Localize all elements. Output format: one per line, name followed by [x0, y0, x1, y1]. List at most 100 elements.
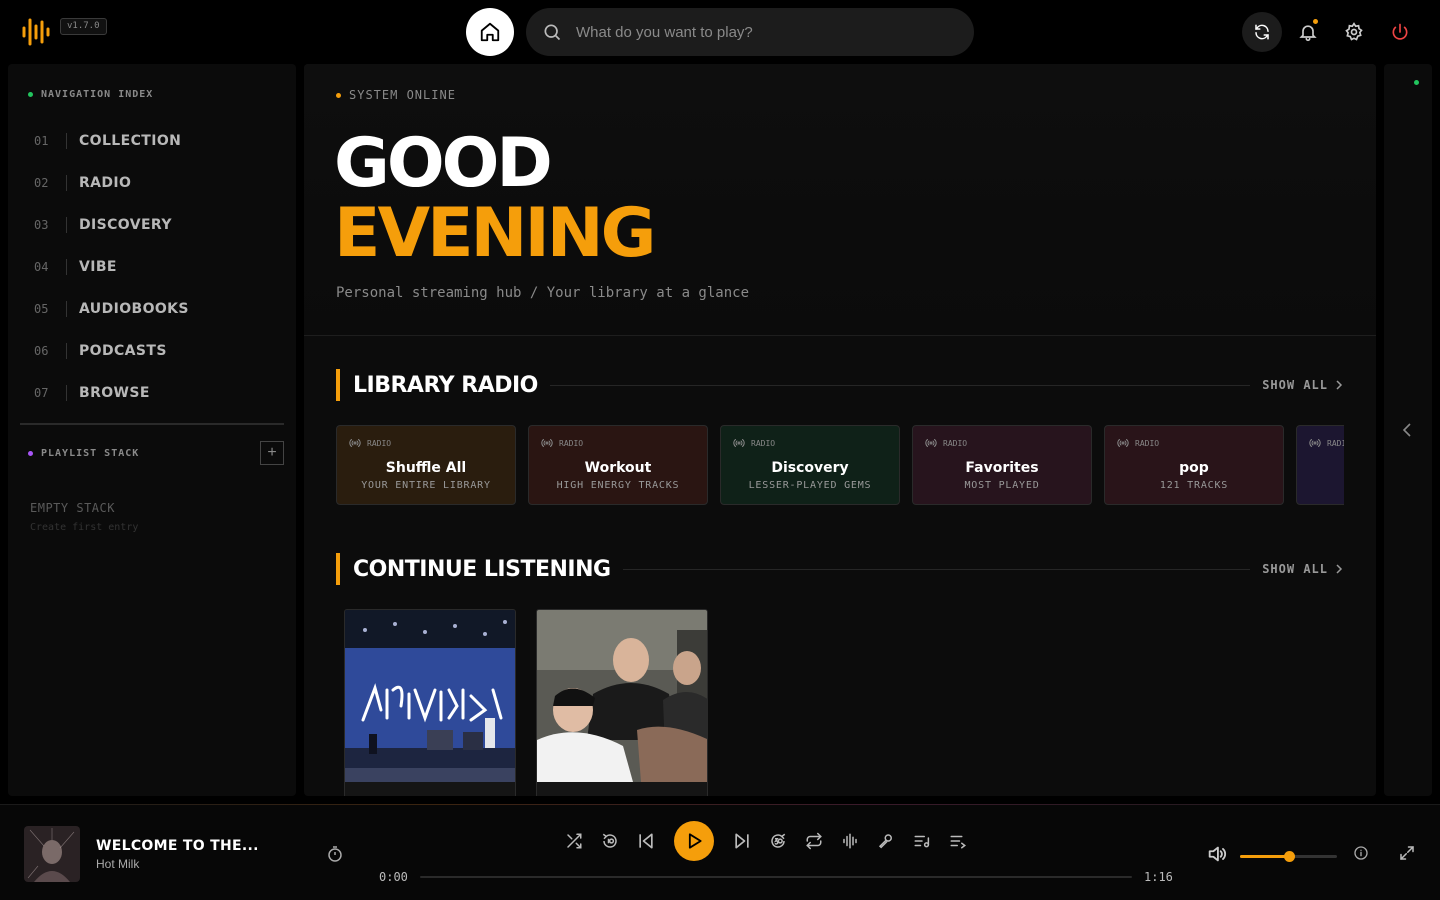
radio-card-title: Discovery [771, 460, 849, 476]
now-playing-cover[interactable] [24, 826, 80, 882]
play-button[interactable] [674, 821, 714, 861]
show-all-label: SHOW ALL [1262, 378, 1328, 392]
repeat-button[interactable] [796, 821, 832, 861]
timer-icon [328, 846, 342, 862]
section-divider [549, 384, 1251, 386]
fullscreen-button[interactable] [1398, 844, 1416, 867]
shuffle-button[interactable] [556, 821, 592, 861]
repeat-icon [806, 832, 822, 850]
rewind-10-button[interactable] [592, 821, 628, 861]
lyrics-button[interactable] [904, 821, 940, 861]
hero-subtitle: Personal streaming hub / Your library at… [336, 285, 750, 301]
logo-icon[interactable] [20, 16, 52, 48]
radio-card-title: Shuffle All [385, 460, 467, 476]
album-art [24, 826, 80, 882]
radio-card[interactable]: RADIO Favorites MOST PLAYED [912, 425, 1092, 505]
system-status-text: SYSTEM ONLINE [349, 88, 456, 102]
sidebar-item-audiobooks[interactable]: 05 AUDIOBOOKS [34, 288, 284, 330]
queue-button[interactable] [940, 821, 976, 861]
radio-card[interactable]: RADIO pop 121 TRACKS [1104, 425, 1284, 505]
radio-icon [1309, 439, 1321, 447]
album-cover [537, 610, 707, 782]
volume-handle[interactable] [1283, 851, 1295, 862]
track-info-button[interactable] [1353, 845, 1369, 866]
plus-icon: + [267, 444, 277, 461]
empty-stack-subtitle: Create first entry [30, 522, 139, 533]
power-button[interactable] [1380, 12, 1420, 52]
sidebar-item-browse[interactable]: 07 BROWSE [34, 372, 284, 414]
radio-card-subtitle: MOST PLAYED [964, 480, 1040, 491]
continue-listening-card[interactable] [536, 609, 708, 796]
radio-tag: RADIO [1117, 438, 1159, 448]
radio-card-subtitle: YOUR ENTIRE LIBRARY [361, 480, 491, 491]
radio-tag: RADIO [1309, 438, 1344, 448]
track-artist[interactable]: Hot Milk [96, 857, 139, 871]
navigation-index-label: NAVIGATION INDEX [28, 89, 153, 100]
rewind-10-icon [602, 833, 617, 848]
radio-card[interactable]: RADIO [1296, 425, 1344, 505]
chevron-right-icon [1336, 564, 1343, 574]
volume-icon [1208, 846, 1227, 862]
search-input[interactable] [576, 23, 936, 41]
sidebar-item-discovery[interactable]: 03 DISCOVERY [34, 204, 284, 246]
right-panel [1384, 64, 1432, 796]
nav-number: 04 [34, 260, 49, 274]
radio-card[interactable]: RADIO Discovery LESSER-PLAYED GEMS [720, 425, 900, 505]
show-all-continue-button[interactable]: SHOW ALL [1262, 562, 1344, 576]
visualizer-button[interactable] [832, 821, 868, 861]
radio-tag-label: RADIO [367, 438, 392, 448]
refresh-button[interactable] [1242, 12, 1282, 52]
radio-card[interactable]: RADIO Workout HIGH ENERGY TRACKS [528, 425, 708, 505]
settings-button[interactable] [1334, 12, 1374, 52]
search-icon [544, 24, 561, 41]
show-all-label: SHOW ALL [1262, 562, 1328, 576]
sidebar-item-vibe[interactable]: 04 VIBE [34, 246, 284, 288]
queue-icon [950, 835, 966, 849]
home-button[interactable] [466, 8, 514, 56]
nav-separator [66, 301, 67, 317]
notifications-button[interactable] [1288, 12, 1328, 52]
section-title: LIBRARY RADIO [353, 372, 538, 398]
volume-slider[interactable] [1240, 851, 1337, 862]
forward-30-icon [771, 833, 786, 848]
next-button[interactable] [724, 821, 760, 861]
continue-listening-card[interactable] [344, 609, 516, 796]
search-bar[interactable] [526, 8, 974, 56]
current-time: 0:00 [379, 870, 408, 884]
radio-card[interactable]: RADIO Shuffle All YOUR ENTIRE LIBRARY [336, 425, 516, 505]
radio-card-title: Workout [584, 460, 652, 476]
status-dot [28, 92, 33, 97]
radio-tag-label: RADIO [751, 438, 776, 448]
sleep-timer-button[interactable] [327, 845, 343, 868]
add-playlist-button[interactable]: + [260, 441, 284, 465]
skip-previous-icon [639, 833, 653, 849]
section-divider [622, 568, 1251, 570]
continue-listening-header: CONTINUE LISTENING SHOW ALL [336, 553, 1344, 585]
radio-card-subtitle: 121 TRACKS [1159, 480, 1229, 491]
sidebar-item-podcasts[interactable]: 06 PODCASTS [34, 330, 284, 372]
previous-button[interactable] [628, 821, 664, 861]
radio-tag-label: RADIO [943, 438, 968, 448]
status-dot [336, 92, 341, 98]
album-cover [345, 610, 515, 782]
track-title: WELCOME TO THE... [96, 838, 259, 854]
sidebar-item-collection[interactable]: 01 COLLECTION [34, 120, 284, 162]
radio-tag: RADIO [349, 438, 391, 448]
nav-separator [66, 259, 67, 275]
expand-panel-button[interactable] [1400, 421, 1414, 444]
progress-bar[interactable] [420, 876, 1132, 878]
nav-separator [66, 343, 67, 359]
nav-separator [66, 175, 67, 191]
show-all-radio-button[interactable]: SHOW ALL [1262, 378, 1344, 392]
lyrics-mic-button[interactable] [868, 821, 904, 861]
empty-stack-title: EMPTY STACK [30, 501, 115, 515]
sidebar-item-label: PODCASTS [79, 343, 167, 359]
top-bar: v1.7.0 [0, 0, 1440, 64]
forward-30-button[interactable] [760, 821, 796, 861]
nav-separator [66, 385, 67, 401]
mute-button[interactable] [1206, 843, 1228, 870]
radio-icon [733, 439, 745, 447]
notification-badge [1313, 19, 1318, 24]
sidebar-item-radio[interactable]: 02 RADIO [34, 162, 284, 204]
microphone-icon [878, 834, 892, 849]
